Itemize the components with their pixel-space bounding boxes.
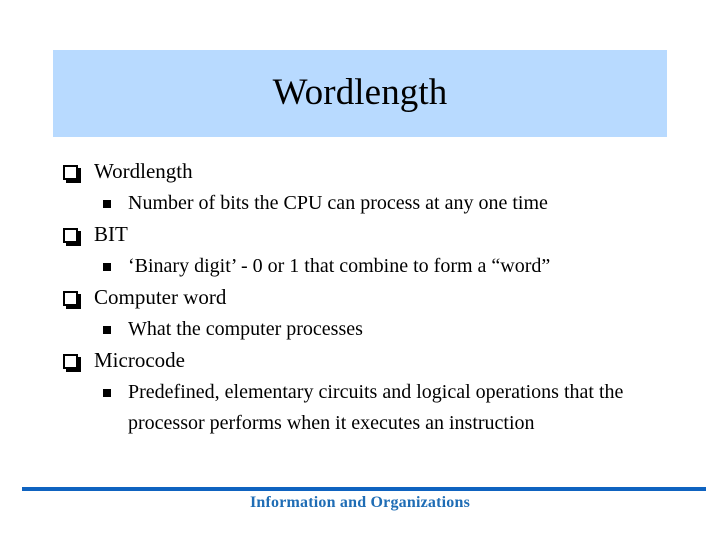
filled-square-bullet-icon xyxy=(103,388,111,397)
bullet-level1: Microcode xyxy=(56,345,676,377)
bullet-level2: What the computer processes xyxy=(56,314,676,346)
filled-square-bullet-icon xyxy=(103,199,111,208)
slide: Wordlength Wordlength Number of bits the… xyxy=(0,0,720,540)
bullet-level1-label: Wordlength xyxy=(94,159,193,183)
bullet-level1-label: Computer word xyxy=(94,285,227,309)
bullet-level2-label: Predefined, elementary circuits and logi… xyxy=(128,380,624,435)
bullet-level1: Wordlength xyxy=(56,156,676,188)
filled-square-bullet-icon xyxy=(103,325,111,334)
bullet-level1-label: Microcode xyxy=(94,348,185,372)
footer-label: Information and Organizations xyxy=(249,494,471,511)
bullet-level1: Computer word xyxy=(56,282,676,314)
bullet-level2: Number of bits the CPU can process at an… xyxy=(56,188,676,220)
page-title: Wordlength xyxy=(272,72,448,114)
bullet-group: BIT ‘Binary digit’ - 0 or 1 that combine… xyxy=(56,219,676,282)
bullet-group: Microcode Predefined, elementary circuit… xyxy=(56,345,676,440)
bullet-level2-label: Number of bits the CPU can process at an… xyxy=(128,191,548,214)
bullet-level2: ‘Binary digit’ - 0 or 1 that combine to … xyxy=(56,251,676,283)
bullet-group: Wordlength Number of bits the CPU can pr… xyxy=(56,156,676,219)
title-banner: Wordlength xyxy=(53,50,667,137)
slide-body: Wordlength Number of bits the CPU can pr… xyxy=(56,156,676,440)
bullet-level1: BIT xyxy=(56,219,676,251)
bullet-level2: Predefined, elementary circuits and logi… xyxy=(56,377,676,440)
bullet-level1-label: BIT xyxy=(94,222,128,246)
footer-divider xyxy=(22,487,706,491)
bullet-level2-label: What the computer processes xyxy=(128,317,363,340)
bullet-level2-label: ‘Binary digit’ - 0 or 1 that combine to … xyxy=(128,254,551,277)
filled-square-bullet-icon xyxy=(103,262,111,271)
bullet-group: Computer word What the computer processe… xyxy=(56,282,676,345)
